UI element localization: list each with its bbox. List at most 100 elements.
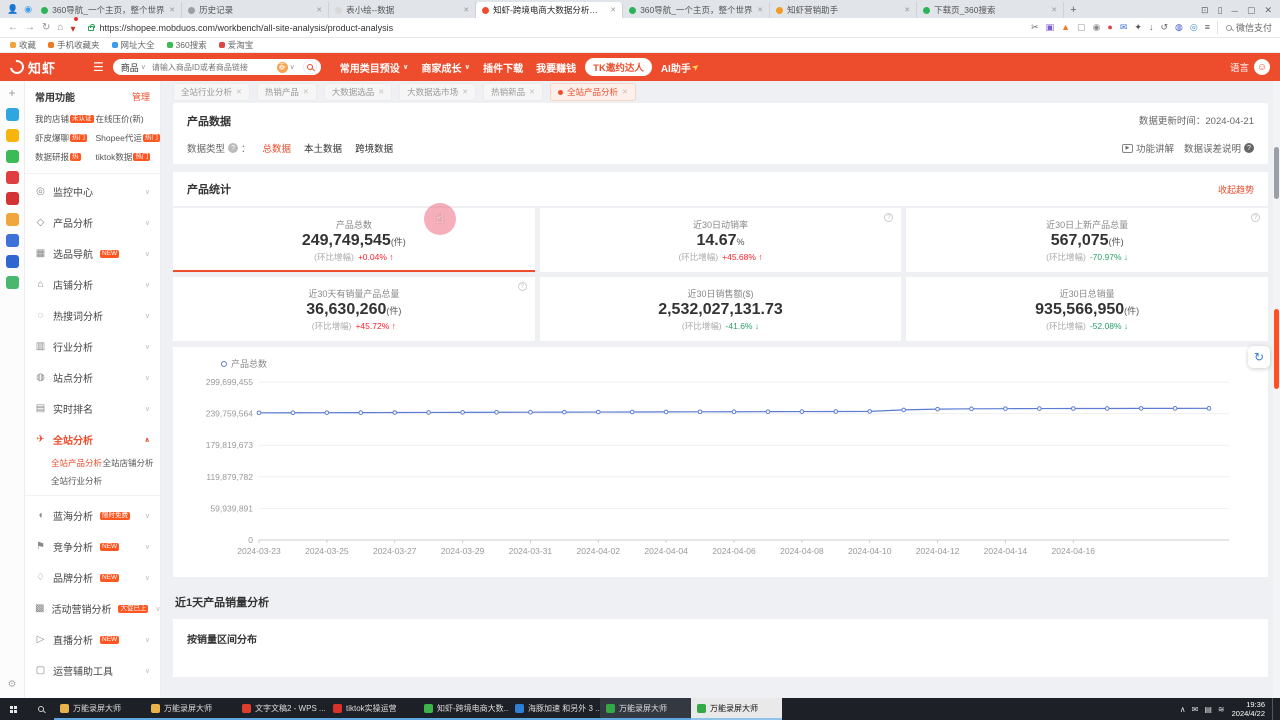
quick-search-box[interactable]: 微信支付	[1217, 21, 1272, 34]
bookmark-item[interactable]: 收藏	[10, 39, 36, 51]
page-scrollbar[interactable]	[1273, 81, 1280, 698]
floating-refresh-button[interactable]: ↻	[1248, 346, 1270, 368]
browser-logo-icon[interactable]: ◉	[24, 4, 32, 15]
tab-close-icon[interactable]: ✕	[316, 6, 322, 14]
quick-link[interactable]: 虾皮爆聊热门	[35, 132, 94, 144]
language-switch[interactable]: 语言	[1230, 60, 1249, 74]
stat-card[interactable]: 产品总数249,749,545(件)(环比增幅)+0.04% ↑	[173, 208, 535, 272]
gear-icon[interactable]: ⚙	[8, 679, 17, 690]
browser-tab[interactable]: 知虾-跨境电商大数据分析平台✕	[476, 2, 623, 18]
blue-extension-icon[interactable]: ◍	[1175, 23, 1183, 32]
taskbar-app-button[interactable]: 万能录屏大师	[54, 698, 145, 720]
sidebar-menu-item[interactable]: ♢品牌分析NEW∨	[25, 562, 160, 593]
scrollbar-thumb[interactable]	[1274, 147, 1279, 199]
stat-card[interactable]: 近30日总销量935,566,950(件)(环比增幅)-52.08% ↓	[906, 277, 1268, 341]
tab-close-icon[interactable]: ✕	[462, 88, 468, 96]
sidebar-app-icon[interactable]	[6, 234, 19, 247]
taskbar-clock[interactable]: 19:36 2024/4/22	[1232, 700, 1265, 719]
data-type-option[interactable]: 本土数据	[304, 141, 342, 155]
tab-close-icon[interactable]: ✕	[463, 6, 469, 14]
mail-extension-icon[interactable]: ✉	[1120, 23, 1128, 32]
download-icon[interactable]: ↓	[1149, 23, 1154, 32]
tray-icon[interactable]: ✉	[1192, 705, 1199, 714]
header-nav-item[interactable]: 我要赚钱	[536, 60, 576, 75]
refresh-icon[interactable]: ↻	[42, 22, 50, 33]
browser-tab[interactable]: 下载页_360搜索✕	[917, 2, 1064, 18]
sidebar-menu-item[interactable]: ⚑竞争分析NEW∨	[25, 531, 160, 562]
fox-extension-icon[interactable]: ▲	[1061, 23, 1070, 32]
browser-tab[interactable]: 360导航_一个主页，整个世界✕	[623, 2, 770, 18]
workspace-tab[interactable]: 热销新品✕	[483, 83, 543, 101]
purple-extension-icon[interactable]: ▣	[1046, 23, 1055, 32]
search-category-select[interactable]: 商品	[121, 61, 139, 74]
sidebar-submenu-item[interactable]: 全站行业分析	[51, 475, 103, 487]
sidebar-menu-item[interactable]: ◍站点分析∨	[25, 362, 160, 393]
browser-tab[interactable]: 360导航_一个主页，整个世界✕	[35, 2, 182, 18]
sidebar-menu-item[interactable]: ◎监控中心∨	[25, 176, 160, 207]
data-type-option[interactable]: 总数据	[263, 141, 292, 155]
taskbar-app-button[interactable]: tiktok实操运营	[327, 698, 418, 720]
data-type-option[interactable]: 跨境数据	[355, 141, 393, 155]
stat-card[interactable]: ?近30天有销量产品总量36,630,260(件)(环比增幅)+45.72% ↑	[173, 277, 535, 341]
minimize-button[interactable]: ─	[1232, 6, 1238, 16]
close-button[interactable]: ✕	[1264, 5, 1272, 16]
workspace-tab[interactable]: 大数据选市场✕	[399, 83, 476, 101]
taskbar-app-button[interactable]: 文字文稿2 - WPS ...	[236, 698, 327, 720]
tab-close-icon[interactable]: ✕	[236, 88, 242, 96]
puzzle-extensions-icon[interactable]: ✦	[1134, 23, 1142, 32]
info-icon[interactable]: ?	[884, 213, 893, 222]
tray-icon[interactable]: ≋	[1218, 705, 1225, 714]
stat-card[interactable]: ?近30日动销率14.67%(环比增幅)+45.68% ↑	[540, 208, 902, 272]
sidebar-menu-item[interactable]: ▥行业分析∨	[25, 331, 160, 362]
manage-link[interactable]: 管理	[132, 90, 150, 103]
frame-extension-icon[interactable]: ▢	[1077, 23, 1086, 32]
sidebar-menu-item[interactable]: ▢运营辅助工具∨	[25, 655, 160, 686]
hamburger-icon[interactable]: ☰	[93, 60, 104, 74]
camera-extension-icon[interactable]: ◉	[1093, 23, 1101, 32]
trend-chart[interactable]: 059,939,891119,879,782179,819,673239,759…	[179, 370, 1262, 573]
sidebar-menu-item[interactable]: ▦选品导航NEW∨	[25, 238, 160, 269]
undo-icon[interactable]: ↺	[1160, 23, 1168, 32]
zhixia-logo[interactable]: 知虾	[10, 58, 56, 77]
taskbar-app-button[interactable]: 万能录屏大师	[691, 698, 782, 720]
phone-icon[interactable]: ▯	[1218, 5, 1223, 16]
taskbar-app-button[interactable]: 万能录屏大师	[600, 698, 691, 720]
ai-assistant-button[interactable]: AI助手➤	[661, 60, 700, 75]
collapse-trend-link[interactable]: 收起趋势	[1218, 183, 1254, 196]
tab-close-icon[interactable]: ✕	[169, 6, 175, 14]
bookmark-item[interactable]: 网址大全	[112, 39, 155, 51]
tab-close-icon[interactable]: ✕	[904, 6, 910, 14]
monitor-icon[interactable]: ⊡	[1201, 5, 1209, 16]
home-icon[interactable]: ⌂	[57, 22, 63, 33]
browser-tab[interactable]: 知虾营销助手✕	[770, 2, 917, 18]
sidebar-app-icon[interactable]	[6, 255, 19, 268]
sidebar-app-icon[interactable]	[6, 192, 19, 205]
bookmark-item[interactable]: 爱淘宝	[219, 39, 254, 51]
quick-link[interactable]: 数据研报热	[35, 151, 94, 163]
info-icon[interactable]: ?	[1251, 213, 1260, 222]
sidebar-app-icon[interactable]	[6, 213, 19, 226]
avatar[interactable]: ☺	[1254, 59, 1270, 75]
taskbar-app-button[interactable]: 知虾-跨境电商大数...	[418, 698, 509, 720]
quick-link[interactable]: Shopee代运热门	[96, 132, 160, 144]
quick-search-text[interactable]: 微信支付	[1236, 21, 1272, 34]
workspace-tab[interactable]: 全站产品分析✕	[550, 83, 636, 101]
browser-menu-icon[interactable]: ≡	[1205, 23, 1210, 32]
info-icon[interactable]: ?	[518, 282, 527, 291]
sidebar-app-icon[interactable]	[6, 171, 19, 184]
sidebar-submenu-item[interactable]: 全站店铺分析	[103, 457, 155, 469]
workspace-tab[interactable]: 热销产品✕	[257, 83, 317, 101]
stat-card[interactable]: ?近30日上新产品总量567,075(件)(环比增幅)-70.97% ↓	[906, 208, 1268, 272]
tk-influencer-button[interactable]: TK邀约达人	[585, 58, 652, 76]
quick-link[interactable]: tiktok数据热门	[96, 151, 160, 163]
tab-close-icon[interactable]: ✕	[610, 6, 616, 14]
sidebar-menu-item[interactable]: ⌂店铺分析∨	[25, 269, 160, 300]
header-nav-item[interactable]: 常用类目预设∨	[340, 60, 409, 75]
sidebar-app-icon[interactable]	[6, 150, 19, 163]
taskbar-app-button[interactable]: 海豚加速 和另外 3 ...	[509, 698, 600, 720]
site-selector[interactable]: 泰	[277, 62, 288, 73]
browser-tab[interactable]: 表小绘--数据✕	[329, 2, 476, 18]
taskbar-search-button[interactable]	[27, 698, 54, 720]
sidebar-menu-item[interactable]: ◇产品分析∨	[25, 207, 160, 238]
sidebar-menu-item[interactable]: ▷直播分析NEW∨	[25, 624, 160, 655]
